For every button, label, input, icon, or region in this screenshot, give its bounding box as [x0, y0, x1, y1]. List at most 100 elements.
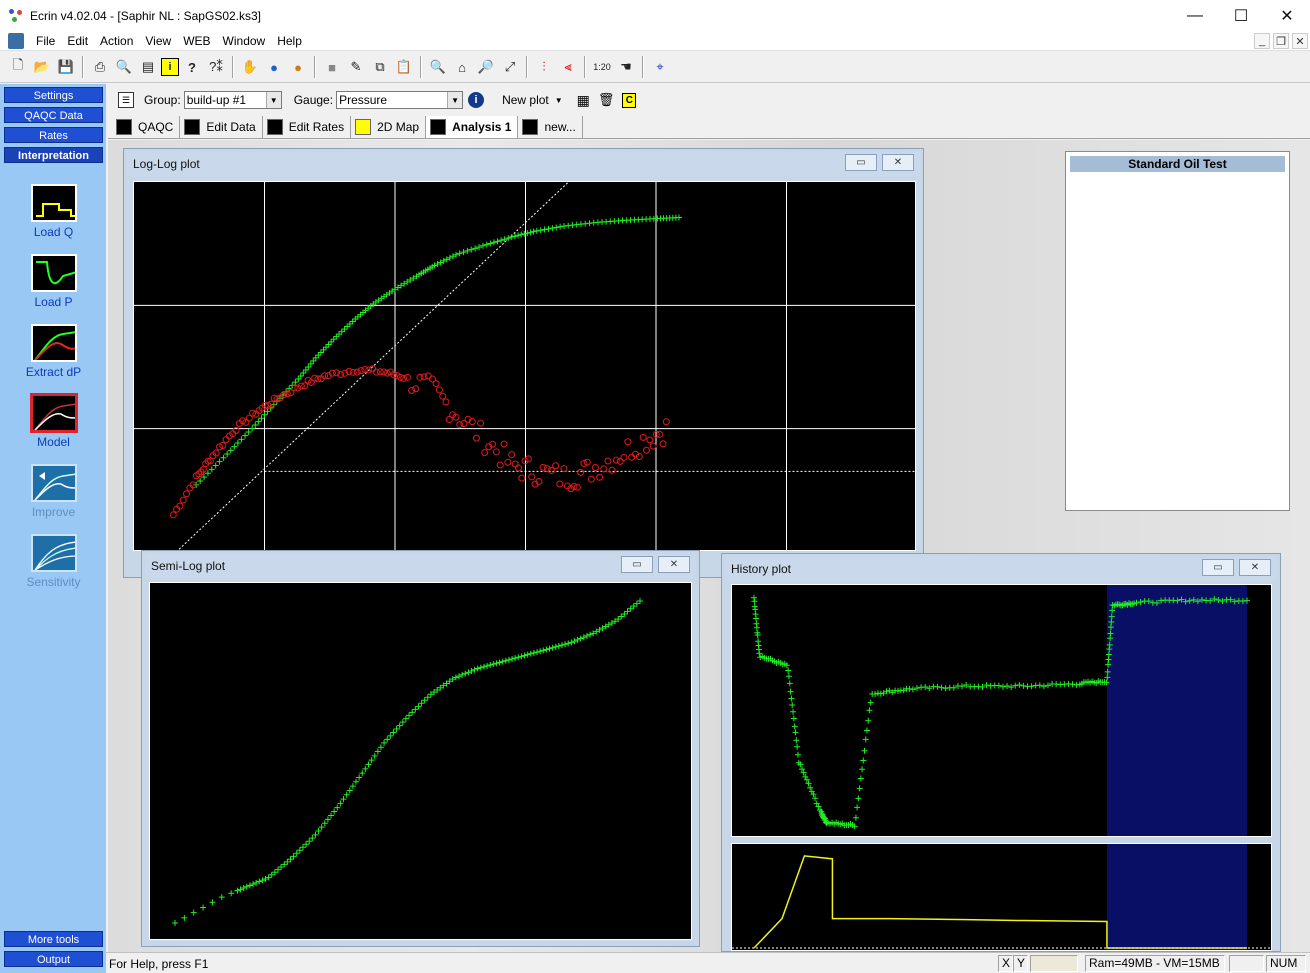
oil-drop-icon[interactable]: ● [287, 56, 309, 78]
analysis-icon[interactable]: ⫶ [533, 56, 555, 78]
paste-icon[interactable]: 📋 [393, 56, 415, 78]
document-icon[interactable] [8, 32, 24, 49]
zoom-home-icon[interactable]: ⌂ [451, 56, 473, 78]
history-pressure-plot[interactable] [731, 584, 1272, 837]
tab-qaqc[interactable]: QAQC [112, 116, 181, 138]
data-point [432, 380, 440, 388]
scale-icon[interactable]: 1:20 [591, 56, 613, 78]
gauge-info-icon[interactable]: i [468, 92, 485, 108]
tab-edit-rates[interactable]: Edit Rates [263, 116, 352, 138]
status-coord [1030, 955, 1078, 972]
data-point [549, 225, 556, 232]
save-icon[interactable]: 💾 [55, 56, 77, 78]
menu-file[interactable]: File [30, 34, 61, 48]
group-select[interactable]: build-up #1 ▼ [183, 91, 282, 109]
info-icon[interactable]: i [161, 58, 179, 76]
extract-dp-tool[interactable]: Extract dP [4, 324, 103, 379]
data-point [479, 242, 486, 249]
tab-new[interactable]: new... [518, 116, 583, 138]
open-icon[interactable]: 📂 [31, 56, 53, 78]
water-drop-icon[interactable]: ● [263, 56, 285, 78]
interpretation-button[interactable]: Interpretation [4, 147, 103, 163]
load-p-tool[interactable]: Load P [4, 254, 103, 309]
loglog-plot-area[interactable] [133, 181, 916, 551]
data-point [792, 729, 799, 736]
output-button[interactable]: Output [4, 951, 103, 967]
restore-button[interactable]: ▭ [621, 556, 653, 573]
menu-edit[interactable]: Edit [61, 34, 94, 48]
zoom-in-icon[interactable]: 🔎 [475, 56, 497, 78]
print-preview-icon[interactable]: 🔍 [113, 56, 135, 78]
stop-icon[interactable]: ■ [321, 56, 343, 78]
history-caption[interactable]: History plot [725, 557, 1277, 581]
plot-list-icon[interactable]: ☰ [118, 92, 134, 108]
data-point [237, 886, 244, 893]
load-q-tool[interactable]: Load Q [4, 184, 103, 239]
minimize-button[interactable]: — [1172, 0, 1218, 31]
menu-help[interactable]: Help [271, 34, 308, 48]
hand-icon[interactable]: ✋ [239, 56, 261, 78]
data-point [1020, 682, 1027, 689]
page-icon[interactable]: ▤ [137, 56, 159, 78]
mdi-restore-button[interactable]: ❐ [1273, 33, 1289, 49]
menu-view[interactable]: View [139, 34, 177, 48]
context-help-icon[interactable]: ?⁑ [205, 56, 227, 78]
print-icon[interactable]: ⎙ [89, 56, 111, 78]
gauge-select[interactable]: Pressure ▼ [336, 91, 464, 109]
pan-icon[interactable]: ☚ [615, 56, 637, 78]
edit-icon[interactable]: ✎ [345, 56, 367, 78]
tab-2d-map[interactable]: 2D Map [351, 116, 427, 138]
more-tools-button[interactable]: More tools [4, 931, 103, 947]
zoom-out-icon[interactable]: 🔍 [427, 56, 449, 78]
data-point [462, 670, 469, 677]
zoom-fit-icon[interactable]: ⤢ [499, 56, 521, 78]
c-button[interactable]: C [622, 92, 637, 108]
menu-window[interactable]: Window [217, 34, 272, 48]
close-button[interactable]: ✕ [882, 154, 914, 171]
semilog-caption[interactable]: Semi-Log plot [145, 554, 696, 578]
data-point [552, 643, 559, 650]
loglog-window: Log-Log plot ▭ ✕ [123, 148, 924, 578]
close-button[interactable]: ✕ [658, 556, 690, 573]
restore-button[interactable]: ▭ [845, 154, 877, 171]
grid-layout-icon[interactable]: ▦ [577, 92, 590, 109]
data-point [790, 715, 797, 722]
chevron-down-icon[interactable]: ▼ [265, 92, 281, 108]
help-icon[interactable]: ? [181, 56, 203, 78]
data-point [261, 411, 268, 418]
tab-edit-data[interactable]: Edit Data [180, 116, 263, 138]
qaqc-data-button[interactable]: QAQC Data [4, 107, 103, 123]
extract-dp-icon [30, 324, 77, 362]
menu-web[interactable]: WEB [177, 34, 216, 48]
rates-button[interactable]: Rates [4, 127, 103, 143]
data-point [460, 249, 467, 256]
maximize-button[interactable]: ☐ [1218, 0, 1264, 31]
close-button[interactable]: ✕ [1239, 559, 1271, 576]
data-point [181, 914, 188, 921]
trash-icon[interactable]: 🗑 [598, 92, 615, 108]
semilog-plot-area[interactable] [149, 582, 692, 940]
new-plot-button[interactable]: New plot ▼ [502, 93, 563, 107]
tab-analysis-1[interactable]: Analysis 1 [426, 116, 519, 138]
menu-action[interactable]: Action [94, 34, 139, 48]
loglog-caption[interactable]: Log-Log plot [127, 152, 920, 176]
data-point [874, 690, 881, 697]
crosshair-icon[interactable]: ⌖ [649, 56, 671, 78]
data-point [872, 691, 879, 698]
restore-button[interactable]: ▭ [1202, 559, 1234, 576]
analysis2-icon[interactable]: ⫷ [557, 56, 579, 78]
history-rate-plot[interactable] [731, 843, 1272, 951]
copy-icon[interactable]: ⧉ [369, 56, 391, 78]
model-tool[interactable]: Model [4, 393, 103, 449]
mdi-minimize-button[interactable]: _ [1254, 33, 1270, 49]
status-memory: Ram=49MB - VM=15MB [1085, 955, 1225, 972]
data-point [250, 881, 257, 888]
close-button[interactable]: ✕ [1264, 0, 1310, 31]
toolbar-separator [232, 56, 234, 78]
mdi-close-button[interactable]: ✕ [1292, 33, 1308, 49]
chevron-down-icon[interactable]: ▼ [447, 92, 463, 108]
new-icon[interactable]: 🗋 [7, 56, 29, 78]
settings-button[interactable]: Settings [4, 87, 103, 103]
tab-label: Edit Rates [288, 120, 345, 134]
data-point [511, 460, 519, 468]
